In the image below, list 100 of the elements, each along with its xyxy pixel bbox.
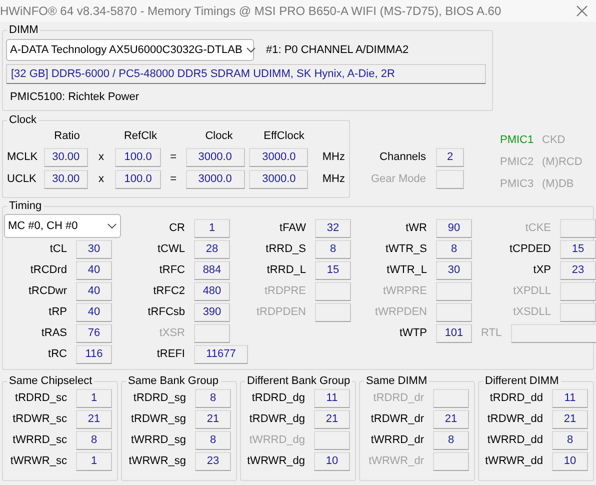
timing-label: tCPDED	[508, 242, 551, 258]
group-title: Same Bank Group	[126, 373, 220, 389]
value-field: 21	[314, 410, 350, 429]
value-field: 21	[552, 410, 588, 429]
timing-label: tRDWR_dr	[370, 412, 424, 428]
value-field: 3000.0	[186, 148, 245, 166]
value-field: 8	[195, 389, 231, 408]
value-field: 40	[76, 282, 112, 301]
value-field: 8	[433, 431, 469, 450]
timing-label: tRDRD_dg	[250, 391, 305, 406]
timing-label: tRFC	[158, 263, 185, 278]
timing-label: tRP	[48, 305, 67, 320]
value-field: 21	[433, 410, 469, 429]
timing-label: tCKE	[524, 221, 551, 236]
window-title: HWiNFO® 64 v8.34-5870 - Memory Timings @ MSI PRO B650-A WIFI (MS-7D75), BIOS A.60	[0, 3, 502, 20]
timing-label: tWTP	[398, 326, 427, 342]
value-field: 15	[315, 261, 351, 280]
timing-label: tXP	[532, 263, 551, 278]
column-header: Clock	[205, 128, 233, 144]
close-icon[interactable]	[576, 5, 588, 17]
value-field	[433, 452, 469, 471]
timing-label: tWRWR_dr	[368, 454, 424, 470]
value-field: 15	[560, 240, 596, 259]
timing-label: tWRPDEN	[374, 305, 427, 320]
timing-label: tRDWR_sc	[12, 412, 67, 428]
value-field: 30	[436, 261, 472, 280]
value-field: 8	[436, 240, 472, 259]
timing-label: CR	[168, 221, 185, 236]
timing-label: tWRRD_dr	[370, 433, 424, 448]
value-field: 28	[194, 240, 230, 259]
value-field	[315, 282, 351, 301]
value-field: 11677	[194, 345, 248, 364]
timing-label: tRAS	[40, 326, 67, 342]
chevron-icon	[246, 47, 256, 53]
timing-label: tWR	[404, 221, 427, 236]
value-field: 100.0	[114, 170, 162, 188]
value-field: 3000.0	[249, 170, 308, 188]
value-field: 30.00	[44, 148, 88, 166]
value-field: 76	[76, 324, 112, 343]
field-label: Gear Mode	[370, 172, 426, 188]
module-dropdown[interactable]: A-DATA Technology AX5U6000C3032G-DTLAB	[6, 39, 254, 61]
value-field: 40	[76, 261, 112, 280]
timing-label: tFAW	[278, 221, 306, 236]
timing-label: tRDWR_sg	[130, 412, 186, 428]
value-field: 1	[194, 219, 230, 238]
value-field	[314, 431, 350, 450]
value-field: 100.0	[114, 148, 162, 166]
timing-label: tRDPRE	[263, 284, 306, 300]
timing-label: tRDRD_sc	[14, 391, 67, 406]
timing-label: tRFCsb	[146, 305, 185, 320]
value-field: 21	[76, 410, 112, 429]
timing-label: tREFI	[156, 347, 185, 362]
timing-label: tRC	[47, 347, 67, 362]
value-field: 23	[195, 452, 231, 471]
pmic-role: (M)DB	[542, 176, 574, 192]
slot-label: #1: P0 CHANNEL A/DIMMA2	[266, 42, 409, 58]
pmic-name: PMIC3	[500, 176, 534, 192]
timing-label: tWRPRE	[382, 284, 427, 300]
value-field	[315, 303, 351, 322]
value-field: 3000.0	[249, 148, 308, 166]
timing-label: tRRD_L	[266, 263, 306, 278]
module-description: [32 GB] DDR5-6000 / PC5-48000 DDR5 SDRAM UDIMM, SK Hynix, A-Die, 2R	[6, 64, 486, 84]
timing-label: tRCDwr	[28, 284, 67, 300]
field-label: Channels	[380, 150, 426, 166]
value-field: 1	[76, 389, 112, 408]
operator-label: =	[169, 150, 178, 165]
value-field: 3000.0	[186, 170, 245, 188]
pmic-label: PMIC5100: Richtek Power	[9, 90, 140, 105]
timing-label: tRRD_S	[264, 242, 306, 258]
value-field: 30	[76, 240, 112, 259]
timing-label: tRCDrd	[29, 263, 67, 278]
value-field: 1	[76, 452, 112, 471]
group-title: Different Bank Group	[245, 373, 352, 389]
timing-label: tWRWR_sg	[128, 454, 186, 470]
value-field: 11	[552, 389, 588, 408]
chevron-icon	[107, 223, 117, 229]
controller-dropdown[interactable]: MC #0, CH #0	[4, 214, 121, 238]
timing-label: RTL	[481, 326, 502, 342]
value-field	[194, 324, 230, 343]
value-field: 480	[194, 282, 230, 301]
value-field	[436, 282, 472, 301]
column-header: Ratio	[54, 128, 80, 144]
timing-label: tRFC2	[152, 284, 185, 300]
timing-label: tWTR_S	[384, 242, 427, 258]
value-field	[436, 170, 464, 189]
timing-label: tXPDLL	[512, 284, 551, 300]
timing-label: tWRRD_sc	[12, 433, 67, 448]
value-field: 390	[194, 303, 230, 322]
value-field: 116	[76, 345, 112, 364]
timing-label: tWRWR_sc	[9, 454, 67, 470]
value-field: 30.00	[44, 170, 88, 188]
timing-label: tRDRD_dd	[488, 391, 543, 406]
timing-label: tRDPDEN	[255, 305, 306, 320]
timing-label: tCL	[48, 242, 67, 258]
value-field: 32	[315, 219, 351, 238]
value-field: 884	[194, 261, 230, 280]
group-title: Same Chipselect	[7, 373, 94, 389]
timing-label: tWTR_L	[386, 263, 427, 278]
row-label: MCLK	[7, 150, 39, 165]
pmic-role: (M)RCD	[542, 154, 582, 170]
